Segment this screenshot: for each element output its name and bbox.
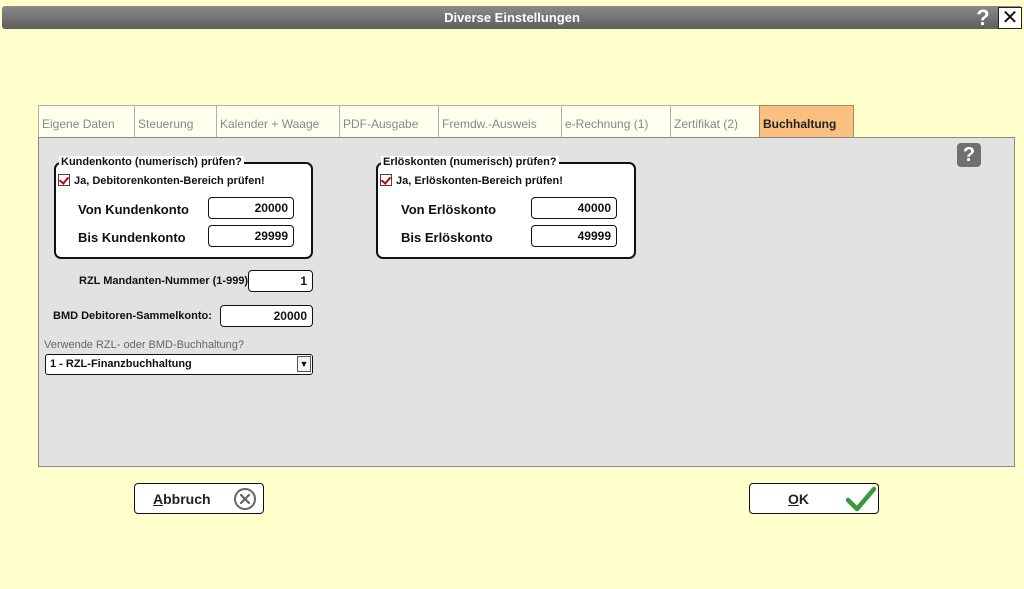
bis-kundenkonto-label: Bis Kundenkonto [78, 230, 186, 245]
checkbox-checked-icon[interactable] [380, 174, 392, 186]
von-kundenkonto-input[interactable]: 20000 [208, 197, 294, 219]
tab-label: Zertifikat (2) [674, 117, 739, 131]
cancel-circle-icon [234, 488, 256, 510]
buchhaltung-select-label: Verwende RZL- oder BMD-Buchhaltung? [44, 339, 244, 351]
tab-label: Fremdw.-Ausweis [442, 117, 537, 131]
erloeskonten-checkbox-label: Ja, Erlöskonten-Bereich prüfen! [396, 175, 563, 187]
kundenkonto-group-title: Kundenkonto (numerisch) prüfen? [59, 156, 244, 168]
buchhaltung-select-value: 1 - RZL-Finanzbuchhaltung [50, 358, 192, 370]
bis-kundenkonto-input[interactable]: 29999 [208, 225, 294, 247]
ok-button[interactable]: OK [749, 483, 879, 514]
checkbox-checked-icon[interactable] [58, 174, 70, 186]
tab-steuerung[interactable]: Steuerung [134, 105, 217, 138]
panel-help-icon[interactable]: ? [957, 143, 981, 167]
window-titlebar: Diverse Einstellungen ? ✕ [2, 6, 1022, 29]
window-title: Diverse Einstellungen [444, 10, 580, 25]
tab-label: Eigene Daten [42, 117, 115, 131]
tab-zertifikat[interactable]: Zertifikat (2) [670, 105, 760, 138]
chevron-down-icon[interactable]: ▼ [297, 356, 311, 372]
close-icon[interactable]: ✕ [998, 7, 1022, 29]
von-kundenkonto-label: Von Kundenkonto [78, 202, 189, 217]
bis-erloeskonto-label: Bis Erlöskonto [401, 230, 493, 245]
tab-e-rechnung[interactable]: e-Rechnung (1) [561, 105, 671, 138]
bmd-sammelkonto-label: BMD Debitoren-Sammelkonto: [53, 310, 212, 322]
tab-eigene-daten[interactable]: Eigene Daten [38, 105, 135, 138]
checkmark-icon [846, 486, 876, 512]
kundenkonto-group: Kundenkonto (numerisch) prüfen? Ja, Debi… [54, 156, 313, 259]
rzl-mandant-input[interactable]: 1 [248, 270, 313, 292]
von-erloeskonto-label: Von Erlöskonto [401, 202, 497, 217]
tab-kalender-waage[interactable]: Kalender + Waage [216, 105, 340, 138]
tab-label: Kalender + Waage [220, 117, 320, 131]
tab-label: PDF-Ausgabe [343, 117, 419, 131]
cancel-button[interactable]: Abbruch [134, 483, 264, 514]
tab-pdf-ausgabe[interactable]: PDF-Ausgabe [339, 105, 439, 138]
von-erloeskonto-input[interactable]: 40000 [531, 197, 617, 219]
erloeskonten-checkbox-row[interactable]: Ja, Erlöskonten-Bereich prüfen! [380, 174, 563, 187]
tab-label: Steuerung [138, 117, 194, 131]
ok-button-label: OK [788, 491, 810, 507]
rzl-mandant-label: RZL Mandanten-Nummer (1-999): [79, 275, 252, 287]
tab-fremdw-ausweis[interactable]: Fremdw.-Ausweis [438, 105, 562, 138]
help-icon[interactable]: ? [972, 7, 994, 29]
kundenkonto-checkbox-label: Ja, Debitorenkonten-Bereich prüfen! [74, 175, 265, 187]
cancel-button-label: Abbruch [153, 491, 211, 507]
bmd-sammelkonto-input[interactable]: 20000 [220, 305, 313, 327]
tab-buchhaltung[interactable]: Buchhaltung [759, 105, 854, 138]
tab-label: e-Rechnung (1) [565, 117, 649, 131]
bis-erloeskonto-input[interactable]: 49999 [531, 225, 617, 247]
buchhaltung-select[interactable]: 1 - RZL-Finanzbuchhaltung ▼ [45, 354, 313, 375]
erloeskonten-group: Erlöskonten (numerisch) prüfen? Ja, Erlö… [376, 156, 636, 259]
tab-label: Buchhaltung [763, 117, 837, 131]
kundenkonto-checkbox-row[interactable]: Ja, Debitorenkonten-Bereich prüfen! [58, 174, 265, 187]
erloeskonten-group-title: Erlöskonten (numerisch) prüfen? [381, 156, 559, 168]
